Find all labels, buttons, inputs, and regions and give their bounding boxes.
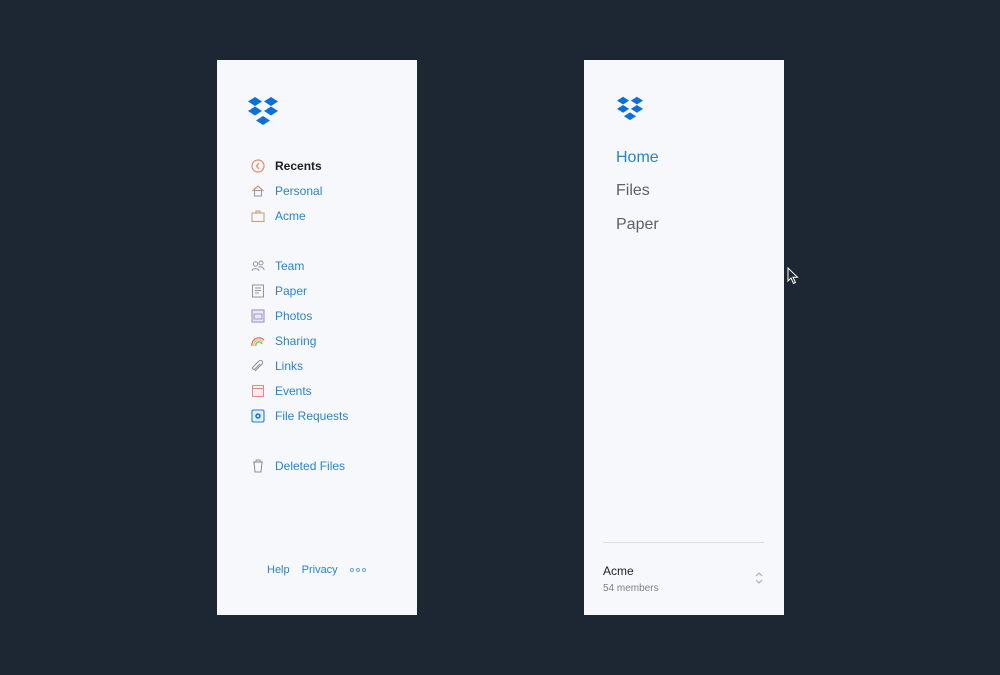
sidebar-item-photos[interactable]: Photos xyxy=(250,305,312,327)
sidebar-item-recents[interactable]: Recents xyxy=(250,155,322,177)
sidebar-item-team[interactable]: Team xyxy=(250,255,304,277)
sidebar-item-links[interactable]: Links xyxy=(250,355,303,377)
sidebar-item-label: Personal xyxy=(275,184,323,198)
dropbox-logo-icon[interactable] xyxy=(247,95,279,127)
sidebar-item-label: Sharing xyxy=(275,334,317,348)
file-request-icon xyxy=(250,408,266,424)
calendar-events-icon xyxy=(250,383,266,399)
sidebar-item-label: Deleted Files xyxy=(275,459,346,473)
sidebar-item-label: Team xyxy=(275,259,305,273)
help-link[interactable]: Help xyxy=(267,564,290,576)
paper-doc-icon xyxy=(250,283,266,299)
privacy-link[interactable]: Privacy xyxy=(302,564,338,576)
team-name[interactable]: Acme xyxy=(603,564,634,578)
rainbow-sharing-icon xyxy=(250,333,266,349)
sidebar-item-acme[interactable]: Acme xyxy=(250,205,306,227)
sidebar-footer: Help Privacy xyxy=(267,562,366,578)
sidebar-item-label: Photos xyxy=(275,309,313,323)
team-icon xyxy=(250,258,266,274)
sidebar-item-sharing[interactable]: Sharing xyxy=(250,330,316,352)
sidebar-item-label: Paper xyxy=(275,284,308,298)
sidebar-compact: Home Files Paper Acme 54 members xyxy=(584,60,784,615)
sidebar-item-label: Acme xyxy=(275,209,306,223)
nav-home[interactable]: Home xyxy=(616,149,659,167)
sidebar-item-file-requests[interactable]: File Requests xyxy=(250,405,348,427)
briefcase-icon xyxy=(250,208,266,224)
sidebar-expanded: Recents Personal Acme Team Paper Photos xyxy=(217,60,417,615)
sidebar-item-label: Events xyxy=(275,384,312,398)
nav-files[interactable]: Files xyxy=(616,182,650,200)
divider xyxy=(603,542,764,543)
trash-icon xyxy=(250,458,266,474)
mouse-cursor-icon xyxy=(787,267,799,285)
dropbox-logo-icon[interactable] xyxy=(616,95,644,121)
sidebar-item-label: Recents xyxy=(275,159,322,173)
sidebar-item-label: Links xyxy=(275,359,304,373)
paperclip-link-icon xyxy=(250,358,266,374)
team-member-count: 54 members xyxy=(603,583,659,594)
team-switcher-chevron-icon[interactable] xyxy=(754,570,764,586)
sidebar-item-paper[interactable]: Paper xyxy=(250,280,307,302)
sidebar-item-personal[interactable]: Personal xyxy=(250,180,322,202)
recents-clock-icon xyxy=(250,158,266,174)
more-dots-icon[interactable] xyxy=(349,568,366,572)
sidebar-item-deleted-files[interactable]: Deleted Files xyxy=(250,455,345,477)
sidebar-item-events[interactable]: Events xyxy=(250,380,312,402)
home-icon xyxy=(250,183,266,199)
photos-icon xyxy=(250,308,266,324)
nav-paper[interactable]: Paper xyxy=(616,216,659,234)
sidebar-item-label: File Requests xyxy=(275,409,349,423)
